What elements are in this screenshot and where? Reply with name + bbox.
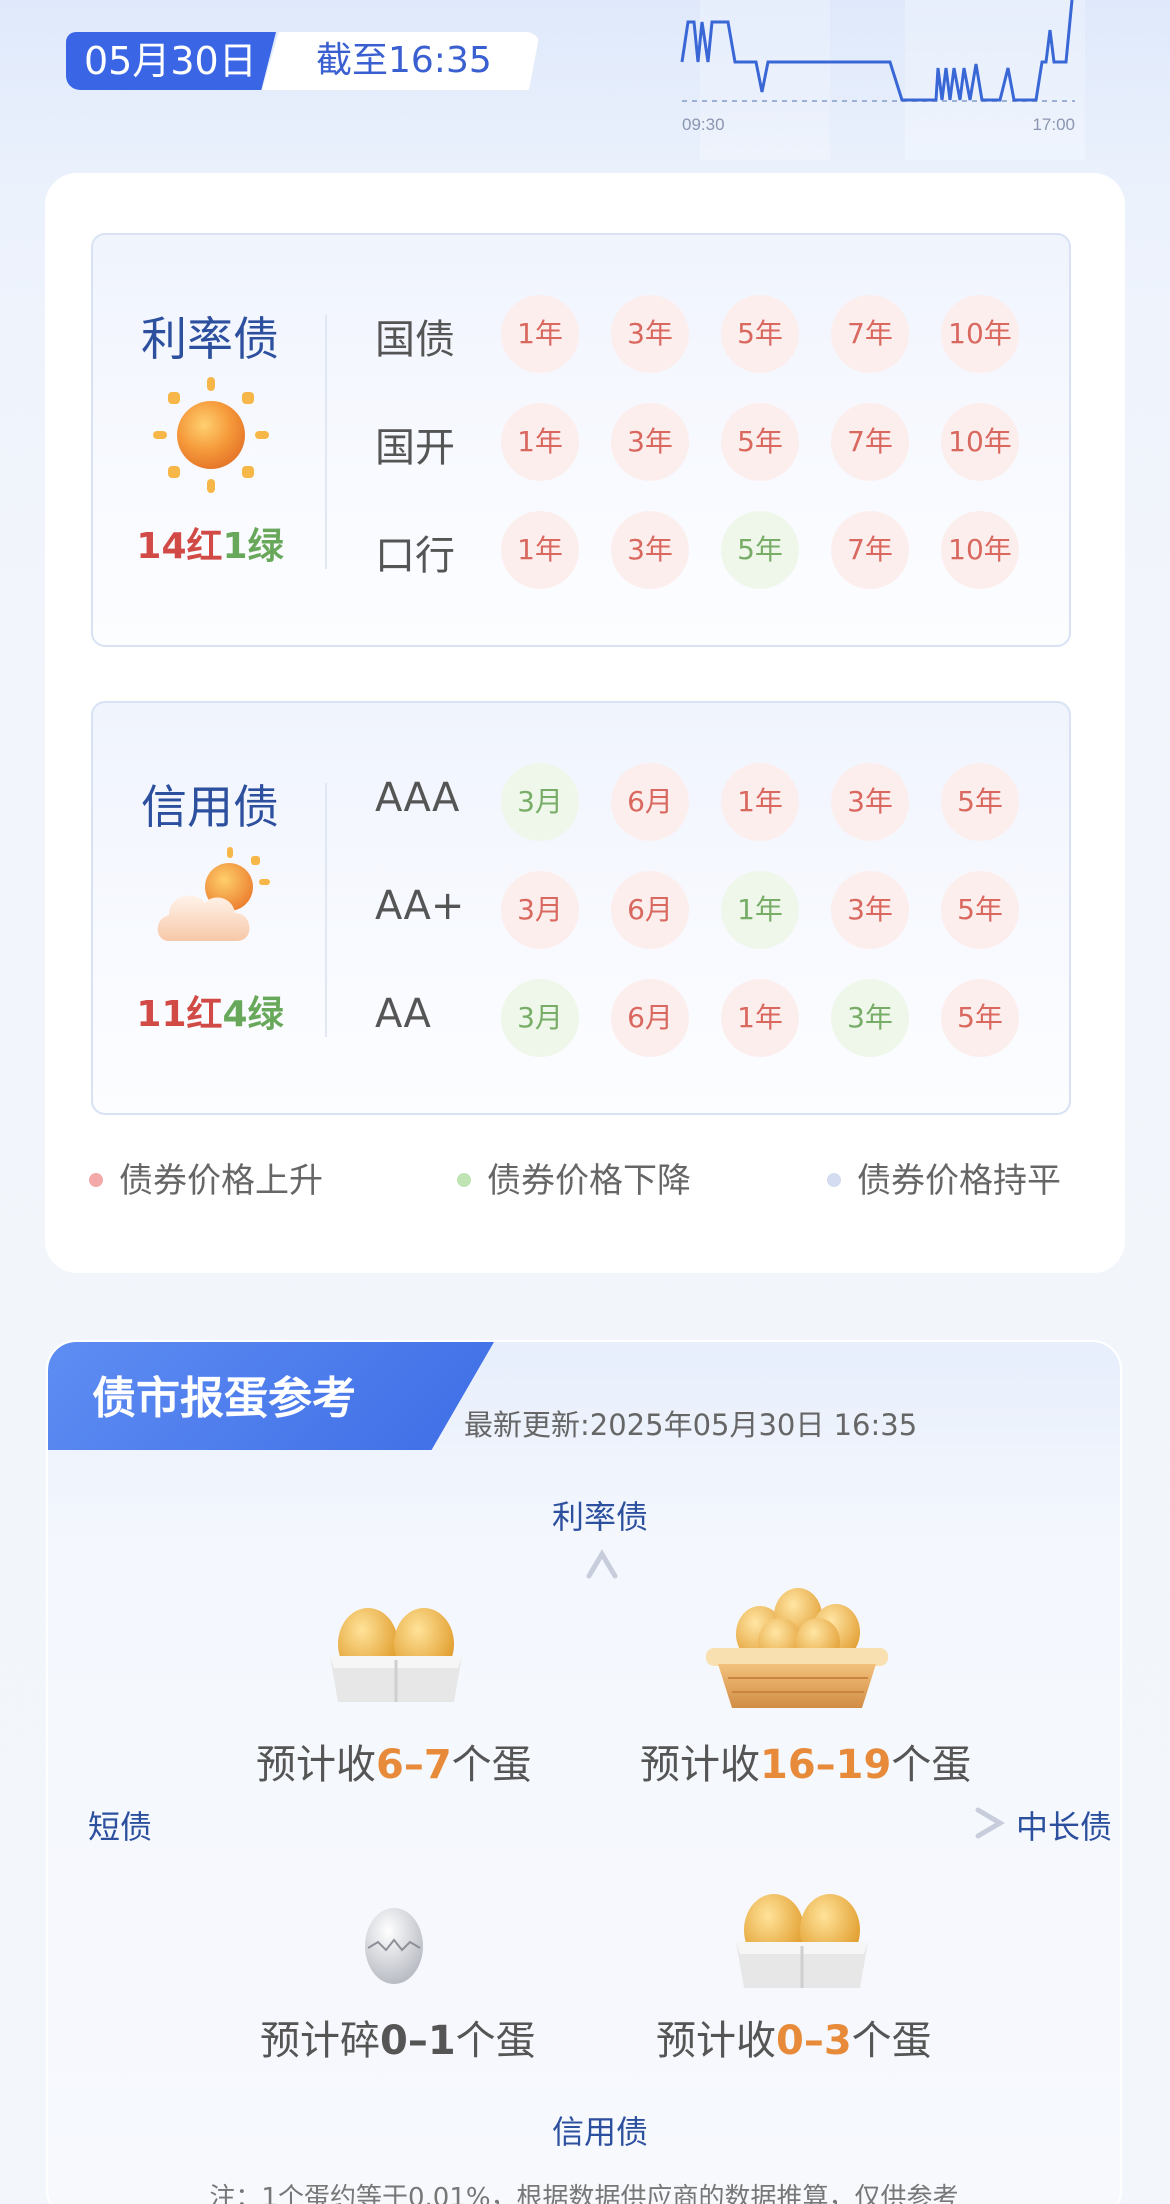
row-label: 口行	[375, 533, 455, 579]
tenor-pill[interactable]: 3年	[831, 871, 909, 949]
legend-flat: 债券价格持平	[857, 1161, 1061, 1201]
tenor-pill[interactable]: 3年	[831, 763, 909, 841]
tenor-pill[interactable]: 7年	[831, 403, 909, 481]
quad-prefix: 预计碎	[260, 2018, 380, 2064]
legend-dot-up	[89, 1173, 103, 1187]
legend-up: 债券价格上升	[119, 1161, 323, 1201]
tenor-pill[interactable]: 3月	[501, 871, 579, 949]
row-label: AA	[375, 991, 431, 1037]
rate-bonds-panel[interactable]: 利率债 14红1绿 国债 1年 3年 5年 7年 10年 国开 1年 3年 5年…	[91, 233, 1071, 647]
quad-suffix: 个蛋	[851, 2018, 932, 2064]
row-label: 国债	[375, 317, 455, 363]
price-line	[680, 0, 1074, 102]
credit-bonds-panel[interactable]: 信用债 11红4绿 AAA 3月 6月 1年 3年 5年 AA+ 3月 6月 1…	[91, 701, 1071, 1115]
tenor-pill[interactable]: 5年	[721, 403, 799, 481]
header: 05月30日 截至16:35 09:30 17:00	[0, 0, 1170, 175]
tenor-pill[interactable]: 1年	[501, 295, 579, 373]
egg-carton-icon	[330, 1608, 462, 1702]
egg-basket-icon	[706, 1588, 888, 1708]
tenor-pill[interactable]: 5年	[941, 763, 1019, 841]
quad-suffix: 个蛋	[891, 1742, 972, 1788]
date-badge: 05月30日	[66, 32, 276, 90]
tenor-pill[interactable]: 1年	[501, 511, 579, 589]
tenor-pill[interactable]: 5年	[721, 511, 799, 589]
bond-row-aaa: AAA 3月 6月 1年 3年 5年	[93, 763, 1069, 843]
legend-dot-down	[457, 1173, 471, 1187]
quad-number: 16–19	[760, 1742, 892, 1788]
tenor-pill[interactable]: 3月	[501, 763, 579, 841]
tenor-pill[interactable]: 3年	[611, 403, 689, 481]
quad-suffix: 个蛋	[451, 1742, 532, 1788]
axis-label-bottom: 信用债	[552, 2113, 649, 2151]
tenor-pill[interactable]: 10年	[941, 403, 1019, 481]
bond-weather-card: 利率债 14红1绿 国债 1年 3年 5年 7年 10年 国开 1年 3年 5年…	[45, 173, 1125, 1273]
quadrant-bottom-left-text: 预计碎0–1个蛋	[260, 2008, 536, 2066]
quad-prefix: 预计收	[256, 1742, 376, 1788]
bond-row-aa-plus: AA+ 3月 6月 1年 3年 5年	[93, 871, 1069, 951]
row-label: AA+	[375, 883, 465, 929]
quad-number: 0–1	[380, 2018, 456, 2064]
tenor-pill[interactable]: 3年	[831, 979, 909, 1057]
quadrant-top-right-text: 预计收16–19个蛋	[640, 1732, 971, 1790]
axis-label-right: 中长债	[1016, 1808, 1113, 1846]
tenor-pill[interactable]: 5年	[941, 871, 1019, 949]
chart-start-time: 09:30	[682, 115, 725, 134]
chart-end-time: 17:00	[1032, 115, 1075, 134]
bond-row-guozhai: 国债 1年 3年 5年 7年 10年	[93, 295, 1069, 375]
bond-row-aa: AA 3月 6月 1年 3年 5年	[93, 979, 1069, 1059]
axis-label-left: 短债	[88, 1808, 153, 1846]
tenor-pill[interactable]: 10年	[941, 511, 1019, 589]
tenor-pill[interactable]: 5年	[721, 295, 799, 373]
tenor-pill[interactable]: 3年	[611, 295, 689, 373]
quadrant-bottom-right-text: 预计收0–3个蛋	[656, 2008, 932, 2066]
quad-number: 6–7	[376, 1742, 452, 1788]
legend-down: 债券价格下降	[487, 1161, 691, 1201]
bond-row-guokai: 国开 1年 3年 5年 7年 10年	[93, 403, 1069, 483]
legend: 债券价格上升 债券价格下降 债券价格持平	[89, 1153, 1089, 1203]
tenor-pill[interactable]: 6月	[611, 979, 689, 1057]
tenor-pill[interactable]: 1年	[501, 403, 579, 481]
tenor-pill[interactable]: 6月	[611, 763, 689, 841]
as-of-badge: 截至16:35	[262, 32, 540, 90]
tenor-pill[interactable]: 1年	[721, 763, 799, 841]
tenor-pill[interactable]: 6月	[611, 871, 689, 949]
tenor-pill[interactable]: 10年	[941, 295, 1019, 373]
egg-carton-icon	[736, 1894, 868, 1988]
axis-label-top: 利率债	[552, 1498, 649, 1536]
row-label: AAA	[375, 775, 460, 821]
row-label: 国开	[375, 425, 455, 471]
tenor-pill[interactable]: 3月	[501, 979, 579, 1057]
quad-suffix: 个蛋	[455, 2018, 536, 2064]
tenor-pill[interactable]: 1年	[721, 871, 799, 949]
egg-reference-card: 债市报蛋参考 最新更新:2025年05月30日 16:35 利率债 信用债 短债…	[46, 1340, 1122, 2204]
footnote: 注：1个蛋约等于0.01%，根据数据供应商的数据推算，仅供参考	[209, 2183, 959, 2204]
quad-prefix: 预计收	[640, 1742, 760, 1788]
quad-number: 0–3	[776, 2018, 852, 2064]
intraday-mini-chart[interactable]: 09:30 17:00	[680, 0, 1080, 140]
bond-row-kouhang: 口行 1年 3年 5年 7年 10年	[93, 511, 1069, 591]
tenor-pill[interactable]: 3年	[611, 511, 689, 589]
quad-prefix: 预计收	[656, 2018, 776, 2064]
quadrant-top-left-text: 预计收6–7个蛋	[256, 1732, 532, 1790]
tenor-pill[interactable]: 1年	[721, 979, 799, 1057]
tenor-pill[interactable]: 7年	[831, 295, 909, 373]
cracked-egg-icon	[365, 1908, 423, 1984]
tenor-pill[interactable]: 5年	[941, 979, 1019, 1057]
legend-dot-flat	[827, 1173, 841, 1187]
tenor-pill[interactable]: 7年	[831, 511, 909, 589]
